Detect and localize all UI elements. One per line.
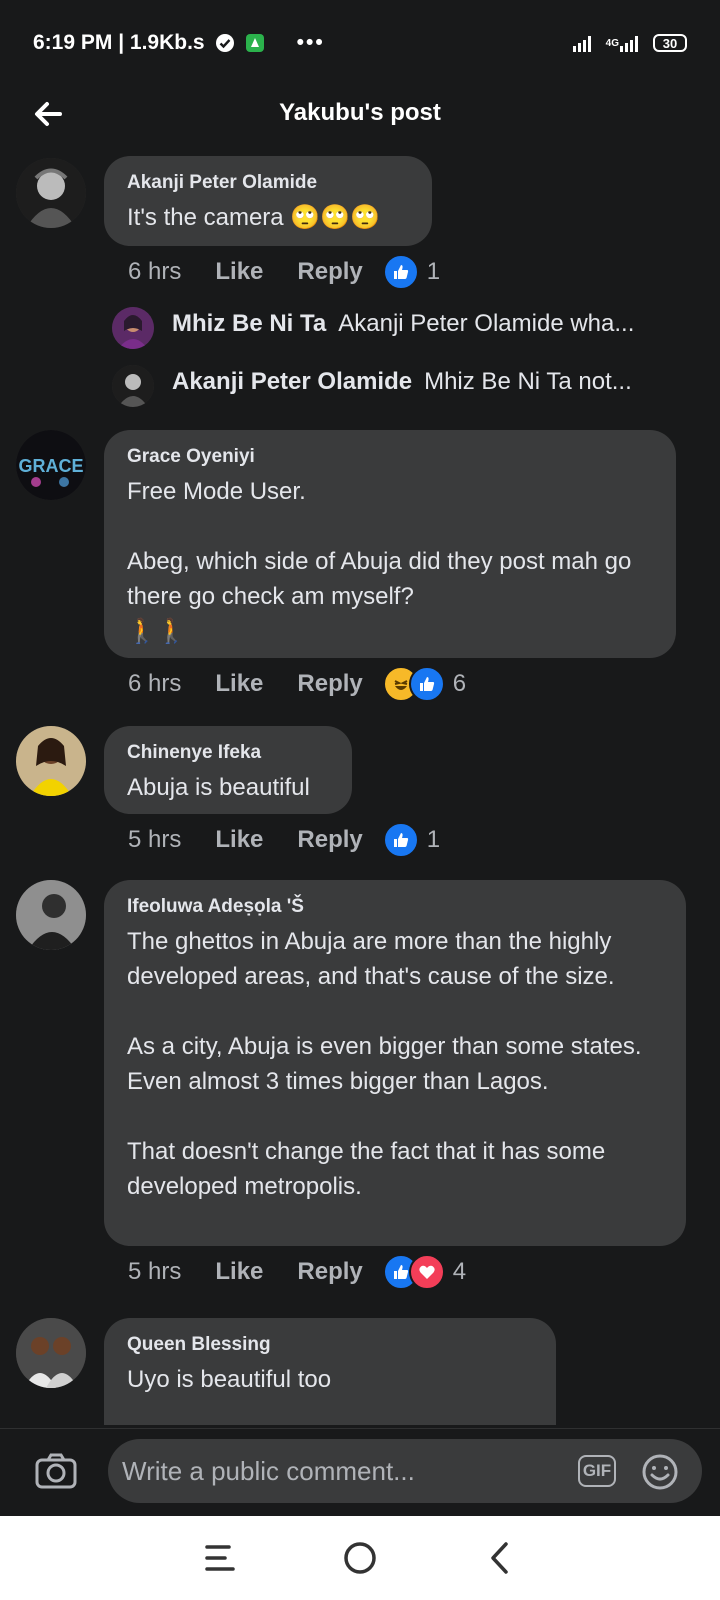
avatar[interactable] xyxy=(16,880,86,950)
home-button[interactable] xyxy=(338,1536,382,1580)
like-reaction-icon xyxy=(408,666,445,702)
comment-actions: 5 hrs Like Reply 1 xyxy=(128,822,440,858)
reply-button[interactable]: Reply xyxy=(297,826,362,854)
gif-button[interactable]: GIF xyxy=(578,1455,616,1487)
reaction-count: 6 xyxy=(452,670,467,697)
4g-signal-icon: 4G xyxy=(606,33,643,53)
more-notifications-dots: ••• xyxy=(296,31,325,54)
reactions-summary[interactable]: 6 xyxy=(382,666,467,702)
menu-lines-icon xyxy=(205,1545,235,1571)
comment-time: 5 hrs xyxy=(128,1258,182,1285)
reply-author[interactable]: Mhiz Be Ni Ta xyxy=(172,310,326,337)
comment-bubble[interactable]: Queen Blessing Uyo is beautiful too xyxy=(104,1318,556,1425)
like-reaction-icon xyxy=(382,822,419,858)
reply-text-row: Mhiz Be Ni Ta Akanji Peter Olamide wha... xyxy=(172,310,634,338)
back-button[interactable] xyxy=(28,94,68,134)
comment-actions: 6 hrs Like Reply 1 xyxy=(128,254,440,290)
like-button[interactable]: Like xyxy=(215,1258,263,1286)
signal-icon xyxy=(572,33,596,53)
reply-text-row: Akanji Peter Olamide Mhiz Be Ni Ta not... xyxy=(172,368,632,396)
avatar[interactable] xyxy=(16,158,86,228)
love-reaction-icon xyxy=(408,1254,445,1290)
battery-icon: 30 xyxy=(653,34,687,52)
comment-author[interactable]: Akanji Peter Olamide xyxy=(127,172,410,194)
comment-bubble[interactable]: Chinenye Ifeka Abuja is beautiful xyxy=(104,726,352,814)
like-button[interactable]: Like xyxy=(215,670,263,698)
emoji-button[interactable] xyxy=(641,1453,679,1491)
comment-author[interactable]: Grace Oyeniyi xyxy=(127,446,654,468)
comment-text: Abuja is beautiful xyxy=(127,774,310,801)
back-arrow-icon xyxy=(35,102,62,126)
reaction-count: 4 xyxy=(452,1258,467,1285)
reply-button[interactable]: Reply xyxy=(297,1258,362,1286)
reply-author[interactable]: Akanji Peter Olamide xyxy=(172,368,412,395)
status-time: 6:19 PM | 1.9Kb.s xyxy=(33,31,205,54)
system-nav-bar xyxy=(0,1516,720,1600)
comment-author[interactable]: Ifeoluwa Adeṣọla 'Š xyxy=(127,896,664,918)
smiley-icon xyxy=(642,1454,678,1490)
comment-time: 6 hrs xyxy=(128,258,182,285)
reaction-count: 1 xyxy=(426,258,441,285)
system-back-button[interactable] xyxy=(478,1536,522,1580)
like-reaction-icon xyxy=(382,254,419,290)
avatar[interactable] xyxy=(112,365,154,407)
svg-text:GRACE: GRACE xyxy=(18,456,83,476)
comment-text: The ghettos in Abuja are more than the h… xyxy=(127,928,642,1200)
avatar[interactable] xyxy=(16,1318,86,1388)
status-left: 6:19 PM | 1.9Kb.s ••• xyxy=(33,31,325,55)
comment-text: It's the camera 🙄🙄🙄 xyxy=(127,204,380,231)
home-circle-icon xyxy=(344,1542,376,1574)
chevron-left-icon xyxy=(491,1542,508,1574)
reply-snippet: Mhiz Be Ni Ta not... xyxy=(424,368,632,395)
reactions-summary[interactable]: 1 xyxy=(382,822,441,858)
verified-check-icon xyxy=(215,33,235,53)
comment-actions: 5 hrs Like Reply 4 xyxy=(128,1254,466,1290)
status-bar: 6:19 PM | 1.9Kb.s ••• 4G 30 xyxy=(0,0,720,86)
reaction-count: 1 xyxy=(426,826,441,853)
comment-bubble[interactable]: Grace Oyeniyi Free Mode User. Abeg, whic… xyxy=(104,430,676,658)
app-notification-icon xyxy=(245,33,265,53)
avatar[interactable]: GRACE xyxy=(16,430,86,500)
avatar[interactable] xyxy=(112,307,154,349)
reply-preview[interactable]: Mhiz Be Ni Ta Akanji Peter Olamide wha... xyxy=(0,304,720,349)
comment-bubble[interactable]: Akanji Peter Olamide It's the camera 🙄🙄🙄 xyxy=(104,156,432,246)
page-title: Yakubu's post xyxy=(279,99,441,126)
reply-preview[interactable]: Akanji Peter Olamide Mhiz Be Ni Ta not... xyxy=(0,362,720,407)
status-right: 4G 30 xyxy=(572,33,687,53)
like-button[interactable]: Like xyxy=(215,826,263,854)
reactions-summary[interactable]: 4 xyxy=(382,1254,467,1290)
reply-button[interactable]: Reply xyxy=(297,258,362,286)
comment-text: Free Mode User. Abeg, which side of Abuj… xyxy=(127,478,632,645)
comment-bubble[interactable]: Ifeoluwa Adeṣọla 'Š The ghettos in Abuja… xyxy=(104,880,686,1246)
avatar[interactable] xyxy=(16,726,86,796)
comment-author[interactable]: Queen Blessing xyxy=(127,1334,534,1356)
reply-snippet: Akanji Peter Olamide wha... xyxy=(338,310,635,337)
camera-icon xyxy=(35,1453,77,1489)
comment-time: 6 hrs xyxy=(128,670,182,697)
page-header: Yakubu's post xyxy=(0,86,720,140)
comment-time: 5 hrs xyxy=(128,826,182,853)
reply-button[interactable]: Reply xyxy=(297,670,362,698)
reactions-summary[interactable]: 1 xyxy=(382,254,441,290)
comments-feed[interactable]: Akanji Peter Olamide It's the camera 🙄🙄🙄… xyxy=(0,150,720,1425)
comment-author[interactable]: Chinenye Ifeka xyxy=(127,742,330,764)
like-button[interactable]: Like xyxy=(215,258,263,286)
comment-text: Uyo is beautiful too xyxy=(127,1366,332,1393)
comment-actions: 6 hrs Like Reply 6 xyxy=(128,666,466,702)
camera-button[interactable] xyxy=(34,1451,78,1491)
recent-apps-button[interactable] xyxy=(198,1536,242,1580)
comment-composer: GIF xyxy=(0,1428,720,1517)
